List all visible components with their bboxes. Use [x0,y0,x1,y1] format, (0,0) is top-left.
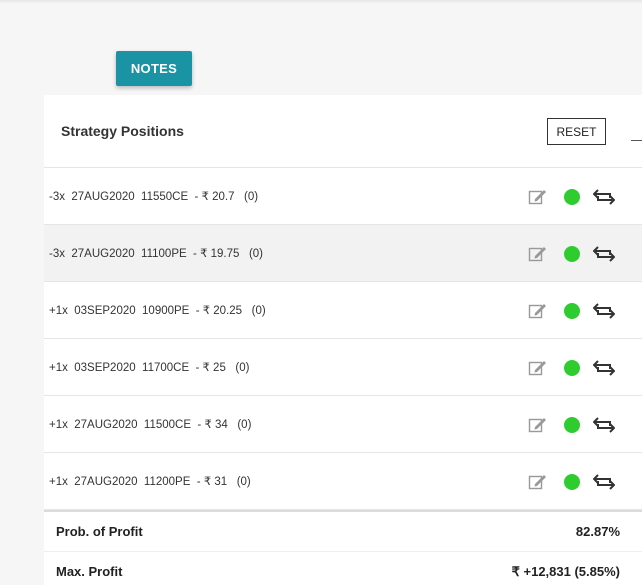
position-label: +1x 03SEP2020 10900PE - ₹ 20.25 (0) [49,305,266,317]
strategy-positions-panel: Strategy Positions RESET -3x 27AUG2020 1… [44,95,642,585]
swap-icon[interactable] [593,360,615,376]
prob-of-profit-row: Prob. of Profit 82.87% [44,512,642,552]
position-row: +1x 03SEP2020 10900PE - ₹ 20.25 (0) [44,282,642,339]
top-shadow [0,0,642,4]
edit-icon[interactable] [528,359,548,377]
status-dot[interactable] [564,246,580,262]
prob-of-profit-value: 82.87% [575,524,620,539]
position-row: +1x 03SEP2020 11700CE - ₹ 25 (0) [44,339,642,396]
edit-icon[interactable] [528,473,548,491]
status-dot[interactable] [564,360,580,376]
max-profit-row: Max. Profit ₹ +12,831 (5.85%) [44,552,642,585]
position-label: +1x 03SEP2020 11700CE - ₹ 25 (0) [49,362,250,374]
position-row: +1x 27AUG2020 11500CE - ₹ 34 (0) [44,396,642,453]
position-row: +1x 27AUG2020 11200PE - ₹ 31 (0) [44,453,642,510]
swap-icon[interactable] [593,189,615,205]
position-label: -3x 27AUG2020 11100PE - ₹ 19.75 (0) [49,248,264,260]
swap-icon[interactable] [593,246,615,262]
position-label: +1x 27AUG2020 11500CE - ₹ 34 (0) [49,419,252,431]
swap-icon[interactable] [593,303,615,319]
summary-section: Prob. of Profit 82.87% Max. Profit ₹ +12… [44,510,642,585]
edit-icon[interactable] [528,188,548,206]
reset-button[interactable]: RESET [547,118,606,145]
swap-icon[interactable] [593,474,615,490]
swap-icon[interactable] [593,417,615,433]
max-profit-label: Max. Profit [56,564,123,579]
status-dot[interactable] [564,303,580,319]
edit-icon[interactable] [528,245,548,263]
status-dot[interactable] [564,189,580,205]
prob-of-profit-label: Prob. of Profit [56,524,143,539]
position-label: -3x 27AUG2020 11550CE - ₹ 20.7 (0) [49,191,259,203]
position-label: +1x 27AUG2020 11200PE - ₹ 31 (0) [49,476,251,488]
status-dot[interactable] [564,474,580,490]
edit-icon[interactable] [528,302,548,320]
position-row: -3x 27AUG2020 11100PE - ₹ 19.75 (0) [44,225,642,282]
panel-title: Strategy Positions [61,123,184,139]
max-profit-value: ₹ +12,831 (5.85%) [511,563,620,579]
edit-icon[interactable] [528,416,548,434]
status-dot[interactable] [564,417,580,433]
position-row: -3x 27AUG2020 11550CE - ₹ 20.7 (0) [44,168,642,225]
notes-button[interactable]: NOTES [116,51,192,86]
panel-header: Strategy Positions RESET [44,95,642,168]
divider [631,140,642,141]
